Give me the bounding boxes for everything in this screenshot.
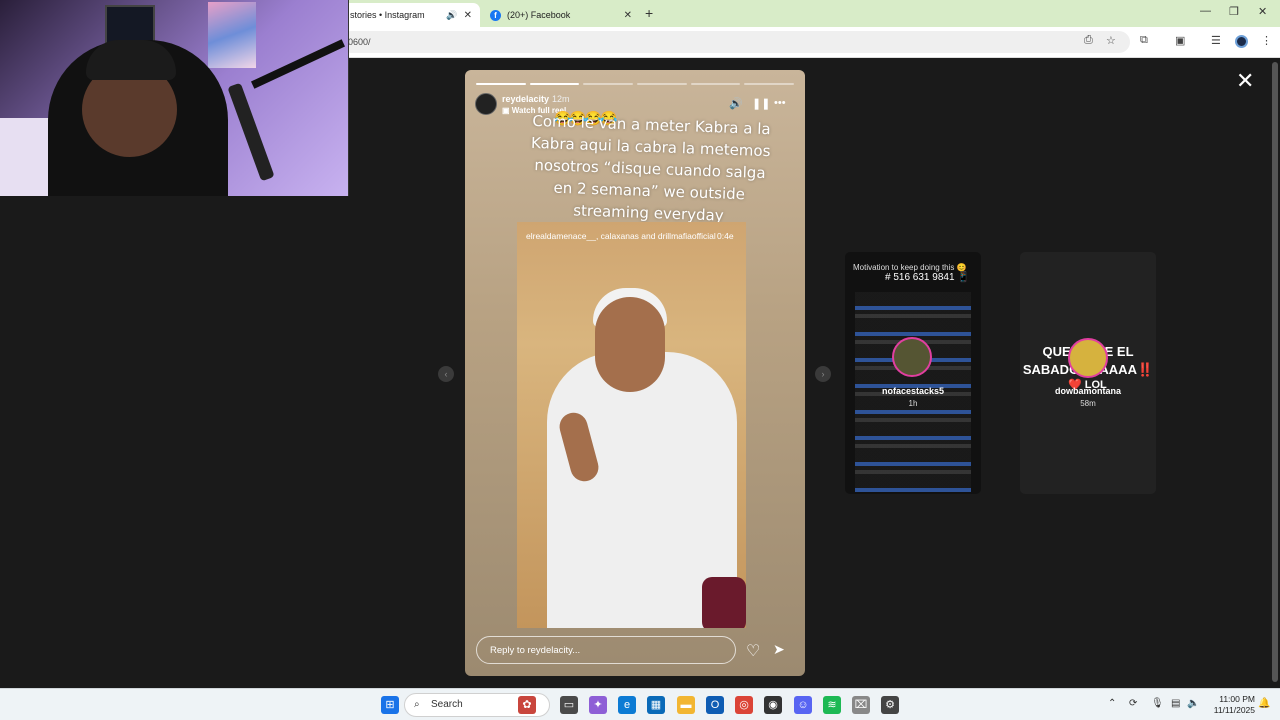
install-app-icon[interactable]: ⎙ xyxy=(1084,34,1093,47)
previous-story-arrow-icon[interactable]: ‹ xyxy=(438,366,454,382)
tab-instagram[interactable]: stories • Instagram 🔊 ✕ xyxy=(340,3,480,27)
story-avatar[interactable] xyxy=(475,93,497,115)
preview-username: dowbamontana xyxy=(1054,386,1121,396)
outlook-icon[interactable]: O xyxy=(706,696,724,714)
preview-avatar xyxy=(1068,338,1108,378)
progress-segment xyxy=(476,83,526,85)
mic-arm xyxy=(250,39,346,89)
pause-icon[interactable]: ❚❚ xyxy=(752,97,770,110)
copilot-icon[interactable]: ✦ xyxy=(589,696,607,714)
clock-time: 11:00 PM xyxy=(1219,694,1255,704)
like-heart-icon[interactable]: ♡ xyxy=(746,641,760,661)
reel-video[interactable]: elrealdamenace__, calaxanas and drillmaf… xyxy=(517,222,746,628)
spotify-icon[interactable]: ≋ xyxy=(823,696,841,714)
extensions-icon[interactable]: ⧉ xyxy=(1140,34,1148,47)
story-time: 12m xyxy=(552,94,570,104)
search-icon: ⌕ xyxy=(414,699,420,710)
menu-dots-icon[interactable]: ⋮ xyxy=(1261,34,1272,47)
clock-date: 11/11/2025 xyxy=(1213,705,1255,715)
microphone-icon[interactable]: 🎙 xyxy=(1151,698,1164,709)
network-icon[interactable]: ▤ xyxy=(1171,698,1180,709)
story-progress-bar xyxy=(476,83,795,85)
progress-segment xyxy=(744,83,795,85)
media-controls-icon[interactable]: ☰ xyxy=(1211,34,1221,47)
taskbar-clock[interactable]: 11:00 PM 11/11/2025 xyxy=(1205,694,1255,716)
story-caption: Como le van a meter Kabra a la Kabra aqu… xyxy=(530,111,771,225)
facebook-icon: f xyxy=(490,9,501,21)
close-tab-icon[interactable]: ✕ xyxy=(464,10,472,21)
mute-icon[interactable]: 🔊 xyxy=(729,97,743,110)
progress-segment xyxy=(583,83,634,85)
progress-segment xyxy=(529,83,580,85)
start-button-icon[interactable]: ⊞ xyxy=(381,696,399,714)
close-window-button[interactable]: ✕ xyxy=(1258,5,1267,18)
close-stories-icon[interactable]: ✕ xyxy=(1236,70,1254,92)
next-story-arrow-icon[interactable]: › xyxy=(815,366,831,382)
reply-input[interactable]: Reply to reydelacity... xyxy=(476,636,736,664)
minimize-button[interactable]: — xyxy=(1200,5,1211,17)
tab-facebook[interactable]: f (20+) Facebook ✕ xyxy=(482,3,640,27)
windows-taskbar: ⊞ ⌕ Search ✿ ▭ ✦ e ▦ ▬ O ◎ ◉ ☺ ≋ ⌧ ⚙ ⌃ ⟳ … xyxy=(0,688,1280,720)
settings-gear-icon[interactable]: ⚙ xyxy=(881,696,899,714)
close-tab-icon[interactable]: ✕ xyxy=(624,10,632,21)
streamer-beanie xyxy=(86,40,176,80)
file-explorer-icon[interactable]: ▬ xyxy=(677,696,695,714)
new-tab-button[interactable]: + xyxy=(645,5,653,21)
send-icon[interactable]: ➤ xyxy=(773,641,785,658)
preview-time: 58m xyxy=(1080,399,1096,408)
story-preview-nofacestacks5[interactable]: Motivation to keep doing this 😊 # 516 63… xyxy=(845,252,981,494)
task-view-icon[interactable]: ▭ xyxy=(560,696,578,714)
background-tv xyxy=(105,5,155,45)
speaker-icon[interactable]: 🔊 xyxy=(446,10,457,21)
profile-avatar[interactable] xyxy=(1235,35,1248,48)
video-duration: 0:4e xyxy=(717,231,734,241)
split-view-icon[interactable]: ▣ xyxy=(1175,34,1185,47)
notification-bell-icon[interactable]: 🔔 xyxy=(1258,698,1270,709)
obs-icon[interactable]: ◉ xyxy=(764,696,782,714)
bookmark-star-icon[interactable]: ☆ xyxy=(1106,34,1116,47)
search-label: Search xyxy=(431,699,463,710)
preview-time: 1h xyxy=(908,399,918,408)
story-username[interactable]: reydelacity xyxy=(502,94,549,104)
microphone xyxy=(227,82,275,182)
story-preview-dowbamontana[interactable]: QUE VIENE EL SABADOOOAAAA‼️ ❤️ LOL dowba… xyxy=(1020,252,1156,494)
search-highlight-icon[interactable]: ✿ xyxy=(518,696,536,714)
screen: stories • Instagram 🔊 ✕ f (20+) Facebook… xyxy=(0,0,1280,720)
tab-label: (20+) Facebook xyxy=(507,10,571,20)
active-story[interactable]: reydelacity 12m ▣ Watch full reel 🔊 ❚❚ •… xyxy=(465,70,805,676)
video-credits[interactable]: elrealdamenace__, calaxanas and drillmaf… xyxy=(526,231,716,242)
scrollbar-thumb[interactable] xyxy=(1272,62,1278,682)
volume-icon[interactable]: 🔈 xyxy=(1187,698,1199,709)
page-scrollbar[interactable] xyxy=(1270,58,1280,688)
preview-number: # 516 631 9841 📱 xyxy=(885,272,970,283)
discord-icon[interactable]: ☺ xyxy=(794,696,812,714)
video-person-head xyxy=(595,297,665,392)
chrome-icon[interactable]: ◎ xyxy=(735,696,753,714)
sync-icon[interactable]: ⟳ xyxy=(1129,698,1137,709)
edge-icon[interactable]: e xyxy=(618,696,636,714)
more-options-icon[interactable]: ••• xyxy=(774,97,786,109)
store-icon[interactable]: ▦ xyxy=(647,696,665,714)
app-icon[interactable]: ⌧ xyxy=(852,696,870,714)
webcam-overlay xyxy=(0,0,349,196)
progress-segment xyxy=(690,83,741,85)
progress-segment xyxy=(637,83,687,85)
address-bar[interactable]: 0600/ xyxy=(340,31,1130,53)
restore-button[interactable]: ❐ xyxy=(1229,5,1239,18)
tray-chevron-icon[interactable]: ⌃ xyxy=(1108,698,1116,709)
background-poster xyxy=(208,2,256,68)
preview-username: nofacestacks5 xyxy=(881,386,945,396)
video-chair xyxy=(702,577,746,628)
tab-label: stories • Instagram xyxy=(350,10,425,20)
preview-avatar xyxy=(892,337,932,377)
